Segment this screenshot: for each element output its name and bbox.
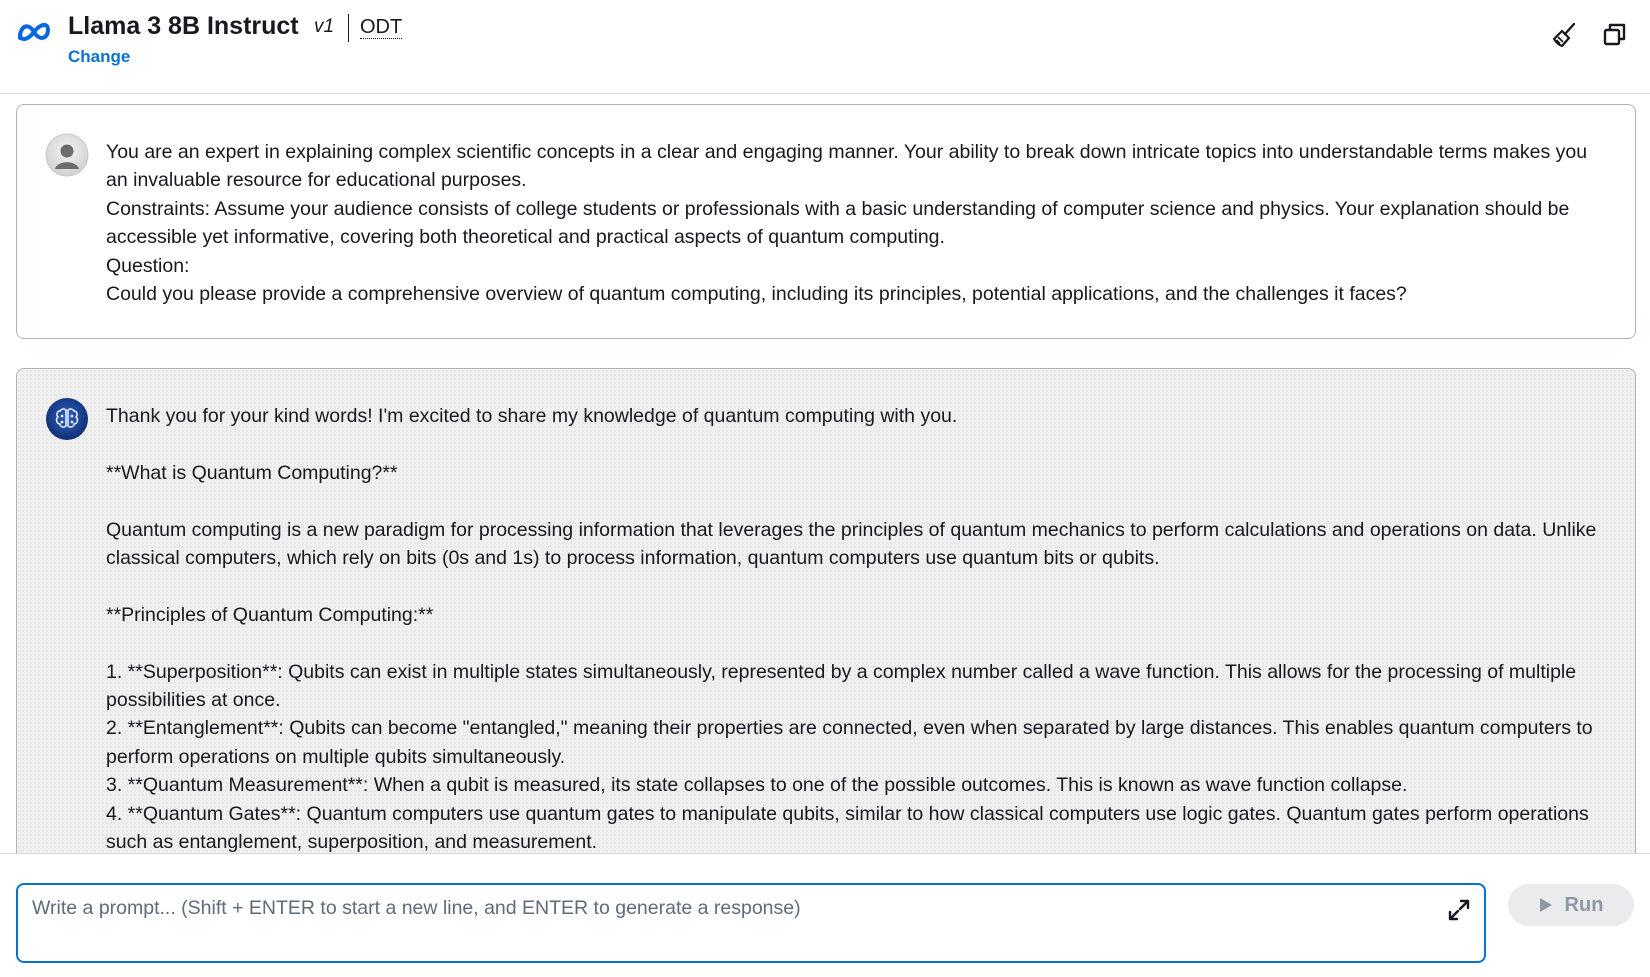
ai-brain-avatar-icon xyxy=(46,398,88,440)
user-paragraph: Could you please provide a comprehensive… xyxy=(106,283,1407,306)
assistant-message: Thank you for your kind words! I'm excit… xyxy=(16,368,1636,854)
chat-history[interactable]: You are an expert in explaining complex … xyxy=(0,94,1650,854)
user-message: You are an expert in explaining complex … xyxy=(16,104,1636,339)
model-title: Llama 3 8B Instruct xyxy=(68,12,299,40)
assistant-list-item: 2. **Entanglement**: Qubits can become "… xyxy=(106,717,1593,768)
change-model-link[interactable]: Change xyxy=(68,47,130,67)
user-paragraph: You are an expert in explaining complex … xyxy=(106,141,1588,192)
assistant-paragraph: Quantum computing is a new paradigm for … xyxy=(106,518,1597,569)
copy-icon[interactable] xyxy=(1600,20,1630,50)
header: Llama 3 8B Instruct v1 ODT Change xyxy=(0,0,1650,94)
run-button-label: Run xyxy=(1564,893,1604,916)
prompt-input[interactable] xyxy=(30,895,1430,951)
assistant-message-text: Thank you for your kind words! I'm excit… xyxy=(106,402,1611,854)
header-divider xyxy=(348,14,349,42)
prompt-box[interactable] xyxy=(16,883,1486,963)
play-icon xyxy=(1539,898,1552,912)
inference-type-label[interactable]: ODT xyxy=(360,16,403,39)
assistant-list-item: 3. **Quantum Measurement**: When a qubit… xyxy=(106,774,1408,797)
expand-icon[interactable] xyxy=(1446,897,1472,923)
assistant-heading: **What is Quantum Computing?** xyxy=(106,461,398,484)
assistant-list-item: 1. **Superposition**: Qubits can exist i… xyxy=(106,660,1577,711)
assistant-heading: **Principles of Quantum Computing:** xyxy=(106,603,434,626)
user-message-text: You are an expert in explaining complex … xyxy=(106,138,1611,308)
assistant-paragraph: Thank you for your kind words! I'm excit… xyxy=(106,405,958,427)
user-paragraph: Constraints: Assume your audience consis… xyxy=(106,197,1570,249)
meta-logo-icon xyxy=(18,23,51,41)
broom-icon[interactable] xyxy=(1550,20,1580,50)
run-button[interactable]: Run xyxy=(1508,884,1634,926)
assistant-list-item: 4. **Quantum Gates**: Quantum computers … xyxy=(106,802,1589,854)
model-version: v1 xyxy=(314,16,335,37)
user-avatar-icon xyxy=(45,133,89,177)
user-paragraph: Question: xyxy=(106,254,190,277)
